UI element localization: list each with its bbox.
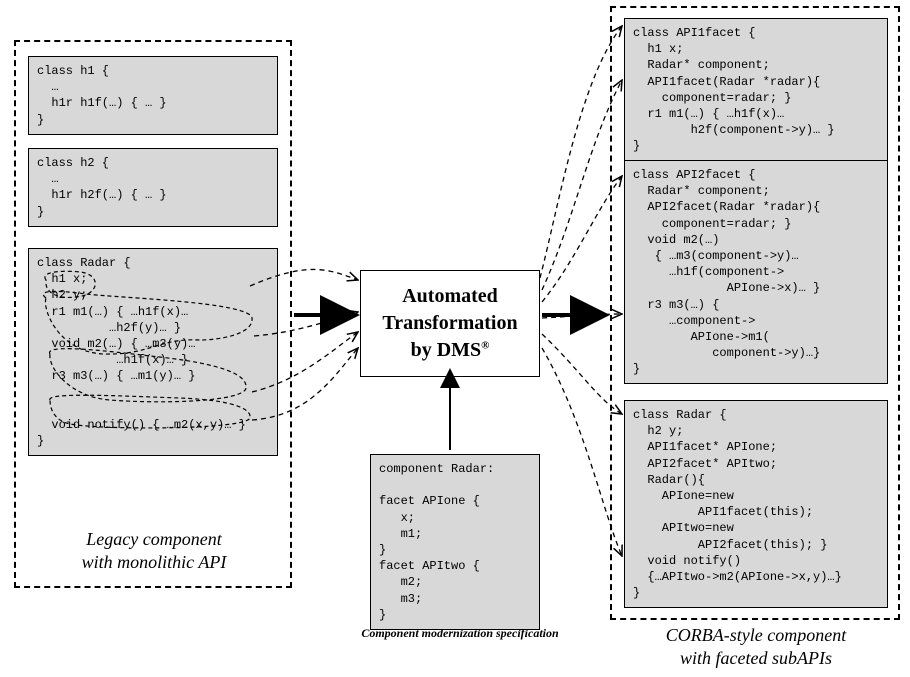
left-caption: Legacy component with monolithic API — [34, 528, 274, 575]
code-api1: class API1facet { h1 x; Radar* component… — [624, 18, 888, 162]
code-radar-right: class Radar { h2 y; API1facet* APIone; A… — [624, 400, 888, 608]
code-radar-left: class Radar { h1 x; h2 y; r1 m1(…) { …h1… — [28, 248, 278, 456]
code-api2: class API2facet { Radar* component; API2… — [624, 160, 888, 384]
spec-caption: Component modernization specification — [350, 626, 570, 641]
right-caption: CORBA-style component with faceted subAP… — [614, 624, 898, 671]
center-line3: by DMS® — [369, 337, 531, 364]
code-h2: class h2 { … h1r h2f(…) { … } } — [28, 148, 278, 227]
center-box: Automated Transformation by DMS® — [360, 270, 540, 377]
reg-mark: ® — [481, 339, 489, 351]
center-line1: Automated — [369, 283, 531, 310]
code-spec: component Radar: facet APIone { x; m1; }… — [370, 454, 540, 630]
center-line2: Transformation — [369, 310, 531, 337]
code-h1: class h1 { … h1r h1f(…) { … } } — [28, 56, 278, 135]
